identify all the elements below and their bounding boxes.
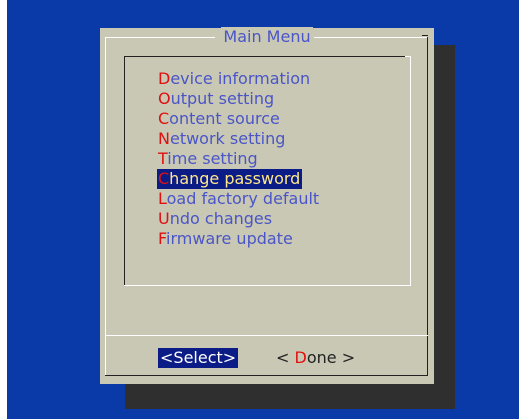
hotkey: C	[158, 109, 170, 128]
menu-item-device-information[interactable]: Device information	[158, 69, 321, 89]
listbox-border	[410, 56, 411, 286]
menu-list: Device information Output setting Conten…	[157, 69, 321, 249]
hotkey: L	[158, 189, 167, 208]
menu-item-label: ontent source	[169, 109, 280, 128]
menu-item-undo-changes[interactable]: Undo changes	[158, 209, 321, 229]
hotkey: N	[158, 129, 170, 148]
menu-item-label: ndo changes	[169, 209, 273, 228]
menu-item-network-setting[interactable]: Network setting	[158, 129, 321, 149]
menu-item-firmware-update[interactable]: Firmware update	[158, 229, 321, 249]
menu-item-label: utput setting	[170, 89, 275, 108]
menu-item-label: ime setting	[167, 149, 258, 168]
hotkey: F	[158, 229, 167, 248]
menu-item-label: irmware update	[166, 229, 293, 248]
button-divider	[105, 335, 428, 336]
menu-listbox: Device information Output setting Conten…	[124, 56, 411, 286]
menu-item-label: oad factory default	[166, 189, 320, 208]
hotkey: O	[158, 89, 171, 108]
listbox-border	[124, 56, 411, 57]
hotkey: D	[294, 348, 307, 367]
listbox-border	[124, 285, 411, 286]
listbox-corner	[405, 56, 411, 57]
menu-item-label: evice information	[170, 69, 311, 88]
done-button-label: one >	[306, 348, 356, 367]
frame-line	[105, 375, 428, 376]
frame-line	[427, 37, 428, 375]
listbox-border	[124, 56, 125, 286]
hotkey: D	[158, 69, 171, 88]
menu-item-change-password[interactable]: Change password	[157, 169, 303, 189]
done-button-prefix: <	[276, 348, 295, 367]
done-button[interactable]: < Done >	[274, 348, 357, 368]
hotkey: U	[158, 209, 170, 228]
menu-item-label: hange password	[169, 169, 301, 188]
hotkey: T	[158, 149, 168, 168]
dialog-title: Main Menu	[221, 27, 313, 46]
main-menu-dialog: Main Menu Device information Output sett…	[100, 27, 434, 384]
menu-item-time-setting[interactable]: Time setting	[158, 149, 321, 169]
menu-item-content-source[interactable]: Content source	[158, 109, 321, 129]
menu-item-output-setting[interactable]: Output setting	[158, 89, 321, 109]
hotkey: C	[158, 169, 170, 188]
dialog-title-wrap: Main Menu	[100, 27, 434, 46]
select-button[interactable]: <Select>	[158, 348, 239, 368]
frame-line	[105, 37, 106, 375]
menu-item-load-factory-default[interactable]: Load factory default	[158, 189, 321, 209]
menu-item-label: etwork setting	[169, 129, 286, 148]
